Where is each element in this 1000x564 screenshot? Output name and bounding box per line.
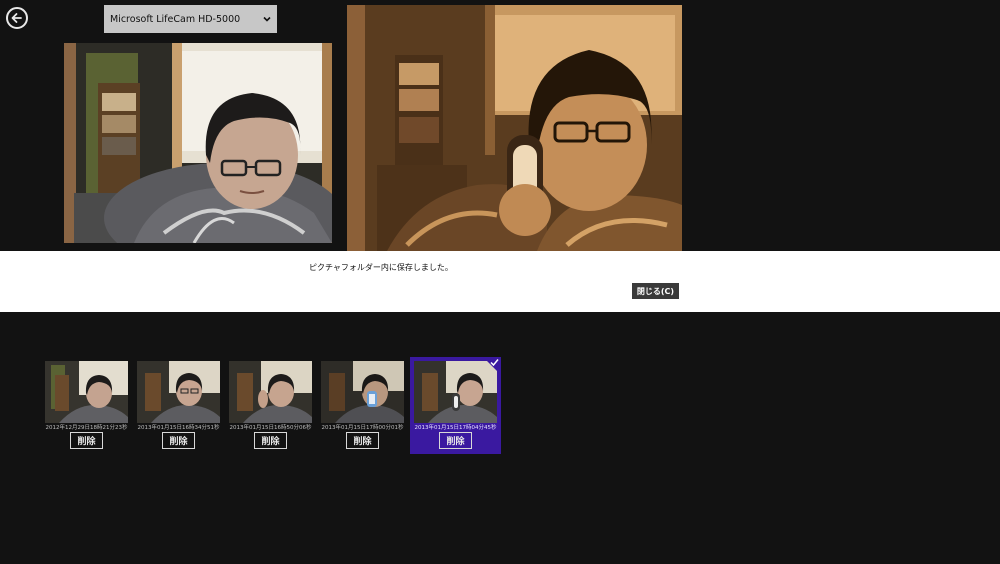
close-button[interactable]: 閉じる(C) [632,283,679,299]
thumbnail-card[interactable]: 2013年01月15日16時50分06秒 削除 [225,357,316,454]
camera-select[interactable]: Microsoft LifeCam HD-5000 [104,5,277,33]
thumbnail-timestamp: 2013年01月15日16時50分06秒 [229,425,312,431]
notification-message: ピクチャフォルダー内に保存しました。 [309,263,453,272]
thumbnail-image [229,361,312,423]
thumbnail-card[interactable]: 2013年01月15日17時00分01秒 削除 [317,357,408,454]
thumbnail-image [137,361,220,423]
thumbnail-timestamp: 2013年01月15日17時04分45秒 [414,425,497,431]
thumbnail-card[interactable]: 2013年01月15日16時34分51秒 削除 [133,357,224,454]
thumbnail-card-selected[interactable]: 2013年01月15日17時04分45秒 削除 [410,357,501,454]
thumbnail-image [321,361,404,423]
back-arrow-icon [11,13,22,23]
save-notification: ピクチャフォルダー内に保存しました。 閉じる(C) [0,251,1000,312]
back-button[interactable] [6,7,28,29]
thumbnail-timestamp: 2012年12月29日18時21分23秒 [45,425,128,431]
thumbnail-timestamp: 2013年01月15日17時00分01秒 [321,425,404,431]
delete-button[interactable]: 削除 [162,432,195,449]
checkmark-icon [490,359,499,367]
thumbnail-image [45,361,128,423]
delete-button[interactable]: 削除 [439,432,472,449]
captured-photo [347,5,682,251]
thumbnail-timestamp: 2013年01月15日16時34分51秒 [137,425,220,431]
camera-select-value: Microsoft LifeCam HD-5000 [110,13,241,25]
delete-button[interactable]: 削除 [70,432,103,449]
chevron-down-icon [263,16,271,22]
delete-button[interactable]: 削除 [254,432,287,449]
delete-button[interactable]: 削除 [346,432,379,449]
thumbnail-card[interactable]: 2012年12月29日18時21分23秒 削除 [41,357,132,454]
live-camera-preview [64,43,332,243]
